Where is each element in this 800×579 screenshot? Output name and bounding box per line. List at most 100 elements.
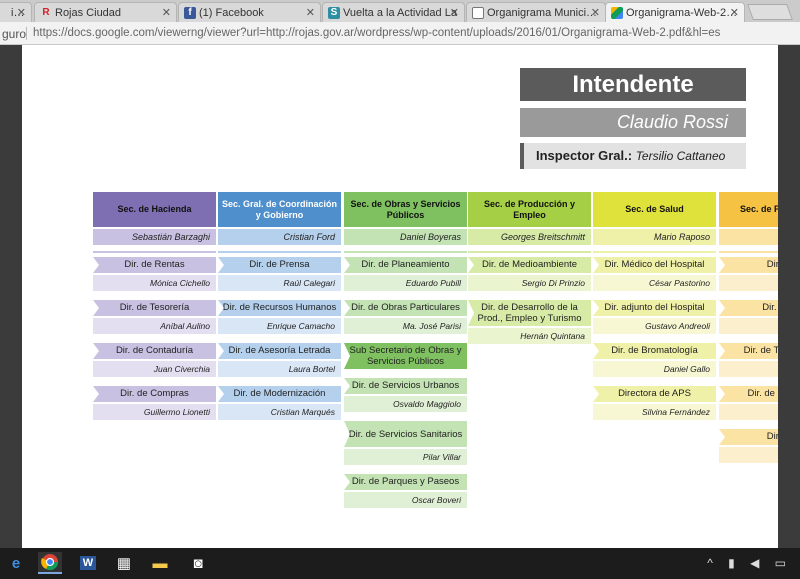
director-name: Osvaldo Maggiolo (344, 396, 467, 412)
store-icon[interactable]: ▦ (112, 552, 136, 574)
directorate-label: Sub Secretario de Obras y Servicios Públ… (344, 343, 467, 369)
director-name: Laura Bortel (218, 361, 341, 377)
directorate-item: Dir. de Cla (719, 429, 778, 463)
directorate-item: Dir. Médico del Hospital César Pastorino (593, 257, 716, 291)
secretary-name: N (719, 229, 778, 245)
directorate-item: Sub Secretario de Obras y Servicios Públ… (344, 343, 467, 369)
directorate-item: Dir. de Desarrollo de la Prod., Empleo y… (468, 300, 591, 344)
chrome-icon[interactable] (38, 552, 62, 574)
directorate-label: Dir. de Contaduría (93, 343, 216, 359)
divider (468, 251, 591, 253)
browser-tab-active[interactable]: Organigrama-Web-2.pd ✕ (605, 2, 745, 22)
directorate-label: Dir. Médico del Hospital (593, 257, 716, 273)
browser-tab[interactable]: S Vuelta a la Actividad La ✕ (322, 2, 465, 22)
url-text[interactable]: https://docs.google.com/viewerng/viewer?… (33, 27, 720, 39)
director-name: Daniel Gallo (593, 361, 716, 377)
inspector-box: Inspector Gral.: Tersilio Cattaneo (520, 143, 746, 169)
directorate-label: Dir. adjunto del Hospital (593, 300, 716, 316)
directorate-item: Dir. de Sociales G. Á (719, 386, 778, 420)
org-column: Sec. de Obras y Servicios Públicos Daniel… (344, 192, 467, 508)
taskbar: e W ▦ ▬ ◙ ^ ▮ ◀ ▭ (0, 548, 800, 579)
secretariat-title: Sec. de Promoción (719, 192, 778, 227)
secretariat-title: Sec. de Producción y Empleo (468, 192, 591, 227)
director-name: Ma. José Parisi (344, 318, 467, 334)
directorate-item: Dir. de E Ce (719, 300, 778, 334)
directorate-label: Dir. de Asesoría Letrada (218, 343, 341, 359)
director-name: César Pastorino (593, 275, 716, 291)
divider (93, 251, 216, 253)
edge-icon[interactable]: e (4, 552, 28, 574)
divider (719, 251, 778, 253)
directorate-label: Dir. de Recursos Humanos (218, 300, 341, 316)
directorate-label: Dir. de Servicios Urbanos (344, 378, 467, 394)
close-icon[interactable]: ✕ (17, 6, 26, 19)
r-icon: R (42, 7, 50, 18)
org-column: Sec. de Hacienda Sebastián Barzaghi Dir. d… (93, 192, 216, 420)
word-icon[interactable]: W (76, 552, 100, 574)
director-name: Hernán Quintana (468, 328, 591, 344)
secretary-name: Daniel Boyeras (344, 229, 467, 245)
directorate-item: Dir. de Tesorería Aníbal Aulino (93, 300, 216, 334)
directorate-item: Dir. de Aleja (719, 257, 778, 291)
tab-label: Vuelta a la Actividad La (343, 6, 457, 19)
tab-label: Organigrama-Web-2.pd (626, 6, 738, 19)
new-tab-button[interactable] (747, 4, 793, 20)
director-name: Oscar Boveri (344, 492, 467, 508)
directorate-item: Dir. de Bromatología Daniel Gallo (593, 343, 716, 377)
close-icon[interactable]: ✕ (450, 6, 459, 19)
secretariat-title: Sec. Gral. de Coordinación y Gobierno (218, 192, 341, 227)
directorate-label: Dir. de (719, 257, 778, 273)
org-column: Sec. de Salud Mario Raposo Dir. Médico del… (593, 192, 716, 420)
director-name: Enrique Camacho (218, 318, 341, 334)
tab-label: (1) Facebook (199, 6, 264, 19)
directorate-label: Dir. de Planeamiento (344, 257, 467, 273)
security-label[interactable]: guro (2, 27, 26, 41)
director-name: Aleja (719, 275, 778, 291)
secretariat-title: Sec. de Obras y Servicios Públicos (344, 192, 467, 227)
facebook-icon: f (184, 7, 196, 19)
browser-tab[interactable]: Organigrama Municipal ✕ (466, 2, 606, 22)
divider (593, 251, 716, 253)
directorate-label: Dir. de Desarrollo de la Prod., Empleo y… (468, 300, 591, 326)
inspector-name: Tersilio Cattaneo (635, 149, 726, 163)
director-name: Sergio Di Prinzio (468, 275, 591, 291)
close-icon[interactable]: ✕ (162, 6, 171, 19)
browser-tab[interactable]: R Rojas Ciudad ✕ (34, 2, 177, 22)
directorate-item: Dir. de Recursos Humanos Enrique Camacho (218, 300, 341, 334)
director-name: Ce (719, 318, 778, 334)
directorate-item: Dir. de Servicios Sanitarios Pilar Villar (344, 421, 467, 465)
directorate-label: Dir. de Obras Particulares (344, 300, 467, 316)
directorate-label: Dir. de Medioambiente (468, 257, 591, 273)
director-name: Mónica Cichello (93, 275, 216, 291)
directorate-item: Dir. de Modernización Cristian Marqués (218, 386, 341, 420)
directorate-label: Dir. de Modernización (218, 386, 341, 402)
address-bar[interactable]: guro https://docs.google.com/viewerng/vi… (0, 22, 800, 45)
close-icon[interactable]: ✕ (730, 6, 739, 19)
mayor-title: Intendente (520, 68, 746, 101)
directorate-label: Dir. de Prensa (218, 257, 341, 273)
divider (218, 251, 341, 253)
camera-icon[interactable]: ◙ (186, 552, 210, 574)
directorate-label: Dir. de Parques y Paseos (344, 474, 467, 490)
divider (344, 251, 467, 253)
pdf-viewer: Intendente Claudio Rossi Inspector Gral.… (0, 45, 800, 548)
inspector-label: Inspector Gral.: (536, 148, 633, 163)
pdf-page: Intendente Claudio Rossi Inspector Gral.… (22, 45, 778, 548)
director-name: Guillermo Lionetti (93, 404, 216, 420)
folder-icon[interactable]: ▬ (148, 552, 172, 574)
secretary-name: Georges Breitschmitt (468, 229, 591, 245)
directorate-label: Dir. de Compras (93, 386, 216, 402)
directorate-item: Dir. de Medioambiente Sergio Di Prinzio (468, 257, 591, 291)
close-icon[interactable]: ✕ (591, 6, 600, 19)
close-icon[interactable]: ✕ (306, 6, 315, 19)
secretary-name: Sebastián Barzaghi (93, 229, 216, 245)
tab-label: Rojas Ciudad (55, 6, 122, 19)
director-name: G. Á (719, 404, 778, 420)
system-tray[interactable]: ^ ▮ ◀ ▭ (707, 556, 792, 570)
directorate-item: Dir. de Prensa Raúl Calegari (218, 257, 341, 291)
browser-tab[interactable]: f (1) Facebook ✕ (178, 2, 321, 22)
secretary-name: Cristian Ford (218, 229, 341, 245)
director-name: Eduardo Pubill (344, 275, 467, 291)
browser-tab[interactable]: inci ✕ (0, 2, 32, 22)
tab-label: Organigrama Municipal (487, 6, 599, 19)
